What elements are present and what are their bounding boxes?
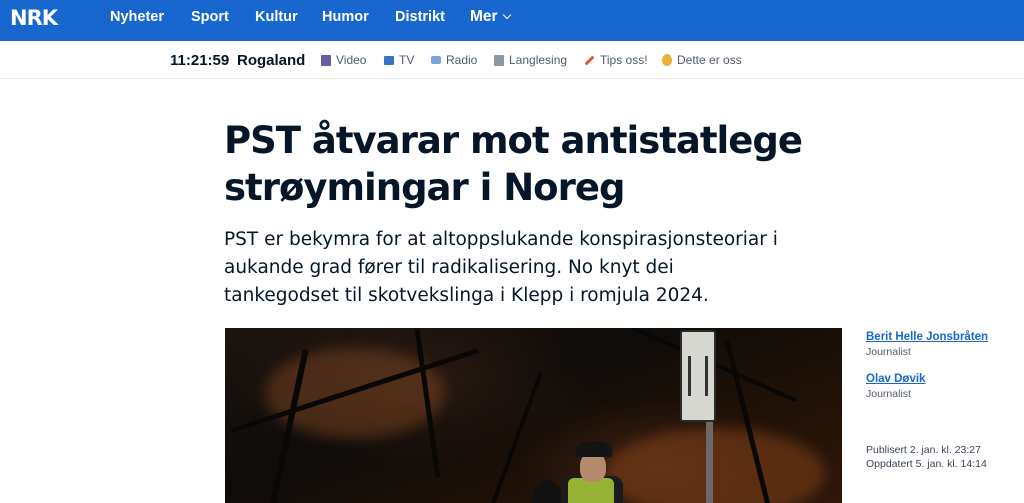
service-label-tv: TV [399,53,415,67]
service-link-langlesing[interactable]: Langlesing [494,41,567,79]
publish-info: Publisert 2. jan. kl. 23:27 Oppdatert 5.… [866,443,1024,471]
sign-pole [706,414,713,503]
top-navigation-bar: NRK Nyheter Sport Kultur Humor Distrikt … [0,0,1024,41]
nav-more-button[interactable]: Mer [470,8,511,26]
updated-date: Oppdatert 5. jan. kl. 14:14 [866,458,987,470]
author-link[interactable]: Olav Døvik [866,372,1024,387]
article-headline: PST åtvarar mot antistatlege strøymingar… [224,119,803,209]
published-date: Publisert 2. jan. kl. 23:27 [866,444,981,456]
article-lead: PST er bekymra for at altoppslukande kon… [224,229,778,306]
nav-item-humor[interactable]: Humor [322,8,369,26]
road-sign [680,330,716,422]
region-link[interactable]: Rogaland [237,41,305,79]
tv-icon [384,55,394,65]
article-photo [225,328,842,503]
officer-figure [533,480,561,503]
author-role: Journalist [866,346,911,358]
nav-item-nyheter[interactable]: Nyheter [110,8,164,26]
nav-item-distrikt[interactable]: Distrikt [395,8,445,26]
longread-icon [494,54,504,66]
pencil-icon [584,55,595,65]
author-role: Journalist [866,388,911,400]
service-link-tips[interactable]: Tips oss! [584,41,648,79]
service-link-video[interactable]: Video [321,41,366,79]
byline-author-2: Olav Døvik Journalist [866,372,1024,401]
service-link-about[interactable]: Dette er oss [662,41,742,79]
hand-icon [662,54,672,66]
nav-item-kultur[interactable]: Kultur [255,8,298,26]
service-label-langlesing: Langlesing [509,53,568,67]
service-label-tips: Tips oss! [600,53,648,67]
byline-author-1: Berit Helle Jonsbråten Journalist [866,330,1024,359]
service-link-radio[interactable]: Radio [431,41,477,79]
service-link-tv[interactable]: TV [384,41,414,79]
radio-icon [431,56,441,64]
chevron-down-icon [502,10,511,20]
clock: 11:21:59 [170,51,230,69]
nav-item-sport[interactable]: Sport [191,8,229,26]
nrk-logo[interactable]: NRK [10,8,58,29]
service-label-about: Dette er oss [677,53,742,67]
secondary-navigation-bar: 11:21:59 Rogaland Video TV Radio Langles… [0,41,1024,79]
video-icon [321,54,331,66]
nav-more-label: Mer [470,8,498,25]
officer-cap [576,441,612,457]
service-label-radio: Radio [446,53,478,67]
service-label-video: Video [336,53,367,67]
author-link[interactable]: Berit Helle Jonsbråten [866,330,1024,345]
